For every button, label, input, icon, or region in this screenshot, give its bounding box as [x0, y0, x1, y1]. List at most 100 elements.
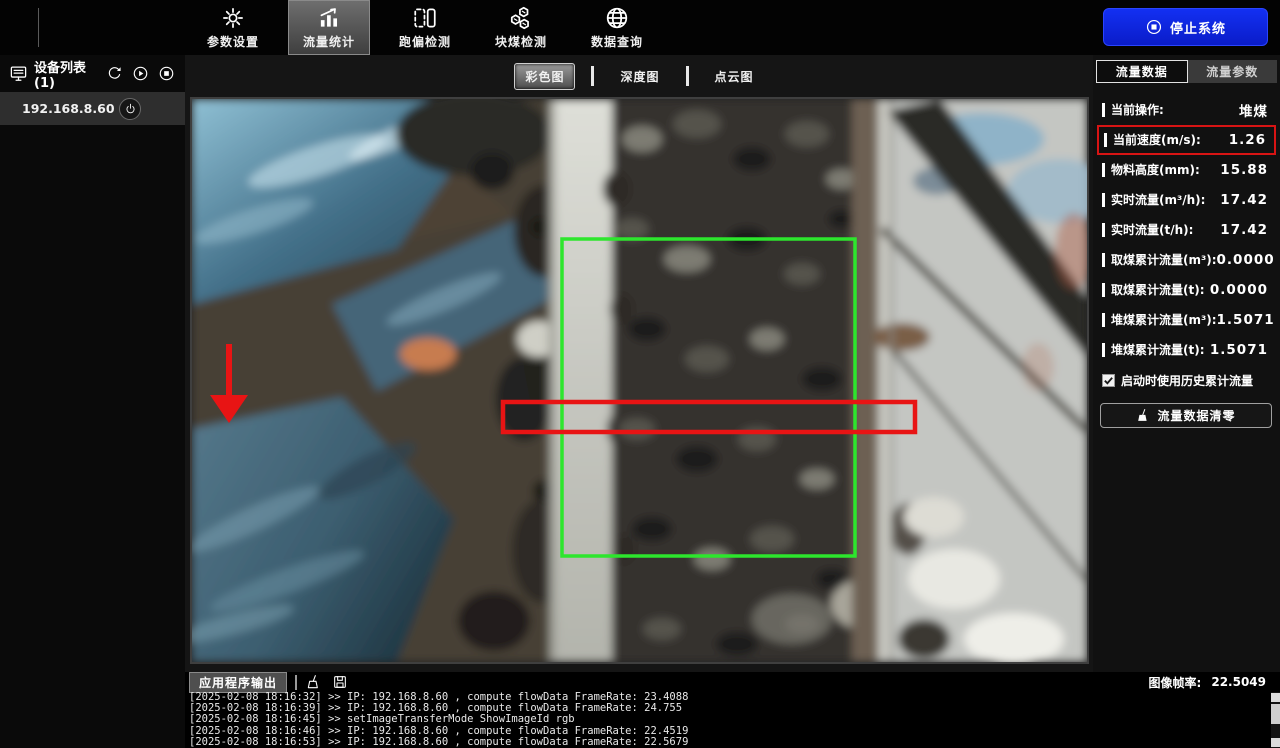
- row-label: 实时流量(t/h):: [1102, 223, 1193, 237]
- clear-log-button[interactable]: [305, 673, 323, 691]
- row-label: 堆煤累计流量(m³):: [1102, 313, 1217, 327]
- row-realtime-flow-m3h: 实时流量(m³/h): 17.42: [1097, 185, 1276, 215]
- row-label: 当前操作:: [1102, 103, 1164, 117]
- row-material-height: 物料高度(mm): 15.88: [1097, 155, 1276, 185]
- stop-system-button[interactable]: 停止系统: [1103, 8, 1268, 46]
- bottom-row: 应用程序输出 图像帧率:: [0, 672, 1280, 748]
- power-icon: [124, 102, 137, 115]
- flow-monitoring-app: 参数设置 流量统计 跑偏检测: [0, 0, 1280, 748]
- toolbar-item-deviation-detection[interactable]: 跑偏检测: [384, 0, 466, 55]
- viewer-area: 彩色图 深度图 点云图: [185, 55, 1093, 672]
- device-list-header: 设备列表(1): [0, 55, 185, 92]
- viewer-tabs: 彩色图 深度图 点云图: [185, 55, 1093, 97]
- log-line: [2025-02-08 18:16:45] >> setImageTransfe…: [189, 714, 1270, 725]
- device-sidebar: 设备列表(1): [0, 55, 185, 672]
- row-label: 堆煤累计流量(t):: [1102, 343, 1205, 357]
- row-realtime-flow-th: 实时流量(t/h): 17.42: [1097, 215, 1276, 245]
- device-power-button[interactable]: [119, 98, 141, 120]
- toolbar-item-flow-statistics[interactable]: 流量统计: [288, 0, 370, 55]
- row-value: 17.42: [1220, 192, 1268, 208]
- row-value: 0.0000: [1217, 252, 1275, 268]
- row-value: 1.5071: [1217, 312, 1275, 328]
- application-output-tab[interactable]: 应用程序输出: [189, 672, 287, 693]
- broom-icon: [1136, 408, 1151, 423]
- play-circle-icon: [132, 65, 149, 82]
- reset-flow-data-button[interactable]: 流量数据清零: [1100, 403, 1272, 428]
- toolbar-item-data-query[interactable]: 数据查询: [576, 0, 658, 55]
- conveyor-belt-image: [192, 99, 1087, 662]
- coal-lump-icon: [508, 5, 534, 31]
- tab-point-cloud[interactable]: 点云图: [705, 64, 764, 89]
- row-label: 实时流量(m³/h):: [1102, 193, 1205, 207]
- toolbar-item-label: 流量统计: [303, 33, 355, 50]
- toolbar-items: 参数设置 流量统计 跑偏检测: [192, 0, 658, 55]
- toolbar-item-coal-lump-detection[interactable]: 块煤检测: [480, 0, 562, 55]
- toolbar-item-label: 块煤检测: [495, 33, 547, 50]
- scroll-up-button[interactable]: [1271, 693, 1280, 702]
- row-value: 17.42: [1220, 222, 1268, 238]
- row-label: 物料高度(mm):: [1102, 163, 1200, 177]
- toolbar-item-label: 跑偏检测: [399, 33, 451, 50]
- globe-icon: [604, 5, 630, 31]
- bottom-left-spacer: [0, 672, 185, 748]
- main-row: 设备列表(1): [0, 55, 1280, 672]
- check-icon: [1103, 375, 1114, 386]
- row-value: 0.0000: [1210, 282, 1268, 298]
- row-label: 当前速度(m/s):: [1104, 133, 1201, 147]
- toolbar-item-parameter-settings[interactable]: 参数设置: [192, 0, 274, 55]
- row-value: 堆煤: [1239, 100, 1268, 120]
- tab-flow-parameters[interactable]: 流量参数: [1188, 60, 1278, 83]
- toolbar-item-label: 参数设置: [207, 33, 259, 50]
- refresh-devices-button[interactable]: [104, 64, 124, 84]
- flow-data-panel: 流量数据 流量参数 当前操作: 堆煤 当前速度(m/s): 1.26 物料高度(…: [1093, 55, 1280, 672]
- checkbox-label: 启动时使用历史累计流量: [1121, 372, 1253, 389]
- image-framerate: 图像帧率: 22.5049: [1149, 674, 1266, 691]
- device-list-title: 设备列表(1): [34, 57, 98, 91]
- stop-all-button[interactable]: [156, 64, 176, 84]
- row-current-operation: 当前操作: 堆煤: [1097, 95, 1276, 125]
- toolbar-divider: [38, 8, 39, 47]
- row-value: 15.88: [1220, 162, 1268, 178]
- tab-color-image[interactable]: 彩色图: [514, 63, 575, 90]
- row-stack-total-m3: 堆煤累计流量(m³): 1.5071: [1097, 305, 1276, 335]
- tab-depth-image[interactable]: 深度图: [610, 64, 669, 89]
- row-value: 1.5071: [1210, 342, 1268, 358]
- stop-icon: [1145, 18, 1163, 36]
- flow-panel-tabs: 流量数据 流量参数: [1096, 60, 1277, 83]
- scroll-down-button[interactable]: [1271, 738, 1280, 747]
- broom-icon: [306, 674, 322, 690]
- log-line: [2025-02-08 18:16:53] >> IP: 192.168.8.6…: [189, 737, 1270, 748]
- device-list-icon: [9, 64, 28, 83]
- log-header: 应用程序输出 图像帧率:: [185, 672, 1280, 692]
- stop-system-label: 停止系统: [1170, 18, 1226, 37]
- row-label: 取煤累计流量(t):: [1102, 283, 1205, 297]
- top-toolbar: 参数设置 流量统计 跑偏检测: [0, 0, 1280, 55]
- row-value: 1.26: [1229, 132, 1266, 148]
- row-current-speed: 当前速度(m/s): 1.26: [1097, 125, 1276, 155]
- reset-button-label: 流量数据清零: [1157, 407, 1235, 424]
- tab-flow-data[interactable]: 流量数据: [1096, 60, 1188, 83]
- row-reclaim-total-t: 取煤累计流量(t): 0.0000: [1097, 275, 1276, 305]
- framerate-value: 22.5049: [1211, 675, 1266, 689]
- save-log-button[interactable]: [331, 673, 349, 691]
- row-stack-total-t: 堆煤累计流量(t): 1.5071: [1097, 335, 1276, 365]
- device-ip: 192.168.8.60: [22, 101, 119, 116]
- start-all-button[interactable]: [130, 64, 150, 84]
- camera-view[interactable]: [190, 97, 1089, 664]
- device-row[interactable]: 192.168.8.60: [0, 92, 185, 125]
- tab-separator: [591, 66, 594, 86]
- log-output[interactable]: [2025-02-08 18:16:32] >> IP: 192.168.8.6…: [185, 692, 1270, 748]
- history-total-checkbox-row[interactable]: 启动时使用历史累计流量: [1102, 369, 1276, 391]
- row-reclaim-total-m3: 取煤累计流量(m³): 0.0000: [1097, 245, 1276, 275]
- toolbar-item-label: 数据查询: [591, 33, 643, 50]
- row-label: 取煤累计流量(m³):: [1102, 253, 1217, 267]
- belt-deviation-icon: [412, 5, 438, 31]
- checkbox[interactable]: [1102, 374, 1115, 387]
- log-scrollbar[interactable]: [1271, 692, 1280, 748]
- scroll-thumb[interactable]: [1271, 704, 1280, 724]
- stop-circle-icon: [158, 65, 175, 82]
- gear-icon: [220, 5, 246, 31]
- tab-separator: [686, 66, 689, 86]
- log-header-separator: [295, 675, 297, 690]
- refresh-icon: [106, 65, 123, 82]
